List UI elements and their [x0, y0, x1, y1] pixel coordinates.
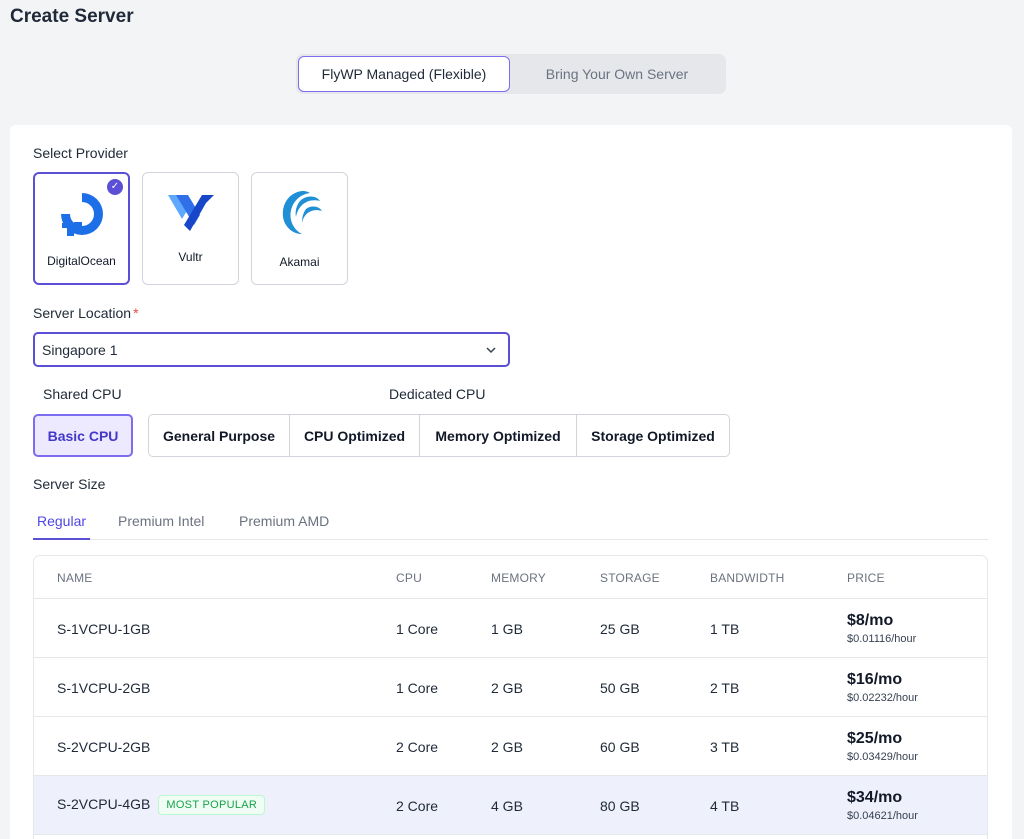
dedicated-cpu-label: Dedicated CPU — [389, 386, 486, 402]
vultr-logo-icon — [167, 195, 214, 231]
tab-premium-intel[interactable]: Premium Intel — [118, 513, 204, 540]
tab-premium-amd[interactable]: Premium AMD — [239, 513, 329, 540]
row-cpu: 2 Core — [396, 739, 439, 755]
row-memory: 2 GB — [491, 680, 523, 696]
header-price: PRICE — [847, 571, 885, 585]
row-memory: 4 GB — [491, 798, 523, 814]
row-bandwidth: 2 TB — [710, 680, 740, 696]
table-header: NAME CPU MEMORY STORAGE BANDWIDTH PRICE — [34, 556, 987, 599]
table-row[interactable]: S-2VCPU-2GB 2 Core 2 GB 60 GB 3 TB $25/m… — [34, 717, 987, 776]
row-name: S-2VCPU-4GB — [57, 796, 151, 812]
server-size-label: Server Size — [33, 476, 106, 492]
most-popular-badge: MOST POPULAR — [158, 795, 266, 815]
table-row[interactable]: S-1VCPU-1GB 1 Core 1 GB 25 GB 1 TB $8/mo… — [34, 599, 987, 658]
selected-check-icon: ✓ — [107, 179, 123, 195]
row-memory: 1 GB — [491, 621, 523, 637]
provider-name: Vultr — [178, 250, 203, 264]
row-name: S-1VCPU-2GB — [57, 680, 151, 696]
row-price: $34/mo — [847, 789, 903, 806]
row-price: $16/mo — [847, 671, 903, 688]
row-name: S-1VCPU-1GB — [57, 621, 151, 637]
row-cpu: 1 Core — [396, 621, 439, 637]
row-bandwidth: 3 TB — [710, 739, 740, 755]
chevron-down-icon — [486, 346, 496, 353]
row-storage: 60 GB — [600, 739, 640, 755]
header-cpu: CPU — [396, 571, 422, 585]
cpu-optimized-button[interactable]: CPU Optimized — [290, 415, 420, 456]
cpu-memory-optimized-button[interactable]: Memory Optimized — [420, 415, 577, 456]
provider-name: DigitalOcean — [47, 254, 116, 268]
server-location-label: Server Location * — [33, 305, 139, 321]
row-hourly-price: $0.02232/hour — [847, 692, 918, 704]
row-name-cell: S-2VCPU-4GB MOST POPULAR — [57, 795, 266, 815]
table-row-popular[interactable]: S-2VCPU-4GB MOST POPULAR 2 Core 4 GB 80 G… — [34, 776, 987, 835]
server-mode-toggle: FlyWP Managed (Flexible) Bring Your Own … — [296, 54, 726, 94]
server-location-value: Singapore 1 — [42, 341, 118, 358]
provider-name: Akamai — [279, 255, 320, 269]
page-title: Create Server — [10, 6, 134, 27]
table-row[interactable]: S-1VCPU-2GB 1 Core 2 GB 50 GB 2 TB $16/m… — [34, 658, 987, 717]
server-size-table: NAME CPU MEMORY STORAGE BANDWIDTH PRICE … — [33, 555, 988, 839]
row-storage: 25 GB — [600, 621, 640, 637]
digitalocean-logo-icon — [60, 193, 103, 236]
tab-regular[interactable]: Regular — [33, 513, 91, 540]
row-storage: 80 GB — [600, 798, 640, 814]
cpu-storage-optimized-button[interactable]: Storage Optimized — [577, 415, 729, 456]
server-location-select[interactable]: Singapore 1 — [33, 332, 510, 367]
cpu-basic-button[interactable]: Basic CPU — [33, 414, 133, 457]
provider-digitalocean[interactable]: ✓ DigitalOcean — [33, 172, 130, 285]
row-storage: 50 GB — [600, 680, 640, 696]
header-storage: STORAGE — [600, 571, 660, 585]
provider-vultr[interactable]: Vultr — [142, 172, 239, 285]
header-memory: MEMORY — [491, 571, 546, 585]
cpu-general-purpose-button[interactable]: General Purpose — [149, 415, 290, 456]
server-size-tabs: Regular Premium Intel Premium AMD — [33, 507, 988, 540]
shared-cpu-label: Shared CPU — [43, 386, 122, 402]
row-hourly-price: $0.01116/hour — [847, 633, 917, 645]
row-name: S-2VCPU-2GB — [57, 739, 151, 755]
akamai-logo-icon — [282, 191, 322, 234]
required-mark: * — [133, 305, 139, 321]
row-cpu: 1 Core — [396, 680, 439, 696]
provider-akamai[interactable]: Akamai — [251, 172, 348, 285]
row-cpu: 2 Core — [396, 798, 439, 814]
mode-bring-own-server-button[interactable]: Bring Your Own Server — [510, 56, 724, 92]
row-bandwidth: 4 TB — [710, 798, 740, 814]
row-hourly-price: $0.04621/hour — [847, 810, 918, 822]
header-bandwidth: BANDWIDTH — [710, 571, 785, 585]
dedicated-cpu-group: General Purpose CPU Optimized Memory Opt… — [148, 414, 730, 457]
row-hourly-price: $0.03429/hour — [847, 751, 918, 763]
header-name: NAME — [57, 571, 93, 585]
row-bandwidth: 1 TB — [710, 621, 740, 637]
row-price: $25/mo — [847, 730, 903, 747]
create-server-card: Select Provider ✓ DigitalOcean Vultr Aka… — [10, 125, 1012, 839]
select-provider-label: Select Provider — [33, 145, 128, 161]
row-price: $8/mo — [847, 612, 894, 629]
mode-flywp-managed-button[interactable]: FlyWP Managed (Flexible) — [298, 56, 510, 92]
row-memory: 2 GB — [491, 739, 523, 755]
